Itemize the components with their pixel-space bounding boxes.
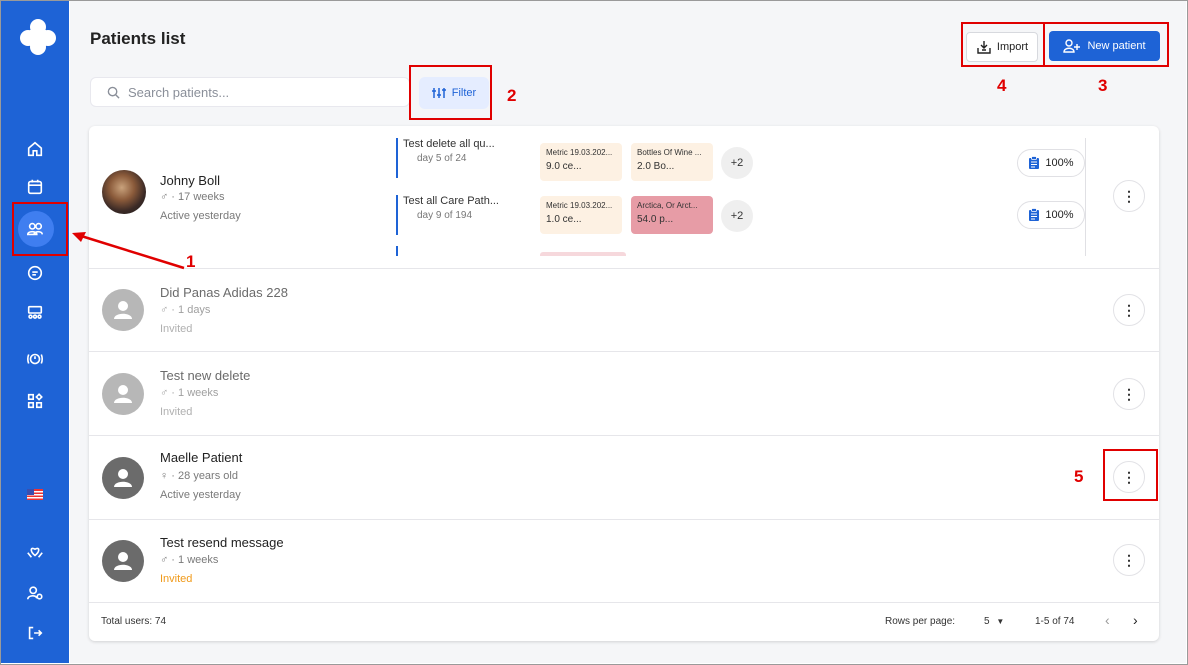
- metric-title: Metric 19.03.202...: [546, 201, 613, 210]
- annotation-box-2: [409, 65, 492, 120]
- home-icon[interactable]: [21, 135, 49, 163]
- chat-icon[interactable]: [21, 259, 49, 287]
- search-input[interactable]: [128, 84, 388, 100]
- more-metrics-button[interactable]: +2: [721, 147, 753, 179]
- metric-title: Bottles Of Wine ...: [637, 148, 702, 157]
- metric-value: 54.0 p...: [637, 214, 674, 225]
- app-logo-icon: [20, 19, 56, 55]
- annotation-label-2: 2: [507, 86, 517, 105]
- compliance-badge: 100%: [1017, 201, 1085, 229]
- avatar: [102, 170, 146, 214]
- patient-meta: ♂ · 1 days: [160, 304, 211, 316]
- care-path[interactable]: Test all Care Path... day 9 of 194: [396, 195, 499, 235]
- patient-name[interactable]: Test new delete: [160, 368, 250, 383]
- care-path-title: Test delete all qu...: [403, 138, 495, 150]
- compliance-value: 100%: [1045, 157, 1074, 169]
- logout-icon[interactable]: [21, 619, 49, 647]
- user-silhouette-icon: [114, 552, 132, 570]
- row-menu-button[interactable]: ⋮: [1113, 378, 1145, 410]
- rows-per-page-value: 5: [984, 616, 990, 627]
- alerts-icon[interactable]: [21, 345, 49, 373]
- care-path-progress: day 5 of 24: [417, 153, 467, 164]
- metric-overflow-edge: [540, 252, 626, 256]
- more-metrics-button[interactable]: +2: [721, 200, 753, 232]
- patient-meta: ♀ · 28 years old: [160, 470, 238, 482]
- search-box[interactable]: [90, 77, 410, 107]
- metric-card[interactable]: Arctica, Or Arct... 54.0 p...: [631, 196, 713, 234]
- language-flag-icon[interactable]: [27, 489, 43, 500]
- user-silhouette-icon: [114, 469, 132, 487]
- patient-meta: ♂ · 17 weeks: [160, 191, 225, 203]
- metric-card[interactable]: Bottles Of Wine ... 2.0 Bo...: [631, 143, 713, 181]
- next-page-button[interactable]: ›: [1133, 612, 1138, 628]
- metric-title: Arctica, Or Arct...: [637, 201, 698, 210]
- care-icon[interactable]: [21, 537, 49, 565]
- sidebar: [1, 1, 69, 663]
- clipboard-icon: [1029, 156, 1040, 169]
- patient-name[interactable]: Maelle Patient: [160, 450, 242, 465]
- prev-page-button[interactable]: ‹: [1105, 612, 1110, 628]
- row-menu-button[interactable]: ⋮: [1113, 544, 1145, 576]
- row-menu-button[interactable]: ⋮: [1113, 294, 1145, 326]
- avatar: [102, 457, 144, 499]
- scroll-divider: [1085, 138, 1086, 256]
- care-path-title: Test all Care Path...: [403, 195, 499, 207]
- table-row[interactable]: Test new delete ♂ · 1 weeks Invited ⋮: [89, 352, 1159, 436]
- metric-title: Metric 19.03.202...: [546, 148, 613, 157]
- metric-card[interactable]: Metric 19.03.202... 1.0 ce...: [540, 196, 622, 234]
- annotation-label-3: 3: [1098, 76, 1108, 95]
- total-users: Total users: 74: [101, 616, 167, 627]
- page-title: Patients list: [90, 29, 186, 48]
- avatar: [102, 289, 144, 331]
- patient-status: Invited: [160, 573, 193, 585]
- avatar: [102, 373, 144, 415]
- metric-value: 9.0 ce...: [546, 161, 582, 172]
- annotation-box-4: [961, 22, 1045, 67]
- care-path[interactable]: Test delete all qu... day 5 of 24: [396, 138, 495, 178]
- patient-name[interactable]: Did Panas Adidas 228: [160, 285, 288, 300]
- table-row[interactable]: Did Panas Adidas 228 ♂ · 1 days Invited …: [89, 269, 1159, 352]
- annotation-label-4: 4: [997, 76, 1007, 95]
- metric-value: 2.0 Bo...: [637, 161, 675, 172]
- annotation-label-1: 1: [186, 252, 196, 271]
- rows-per-page-label: Rows per page:: [885, 616, 956, 627]
- patient-name[interactable]: Johny Boll: [160, 173, 220, 188]
- search-icon: [107, 86, 120, 99]
- avatar: [102, 540, 144, 582]
- compliance-value: 100%: [1045, 209, 1074, 221]
- patient-name[interactable]: Test resend message: [160, 535, 284, 550]
- row-menu-button[interactable]: ⋮: [1113, 180, 1145, 212]
- table-row[interactable]: Johny Boll ♂ · 17 weeks Active yesterday…: [89, 126, 1159, 269]
- annotation-label-5: 5: [1074, 467, 1084, 486]
- annotation-box-5: [1103, 449, 1158, 501]
- apps-icon[interactable]: [21, 387, 49, 415]
- care-path-overflow-edge: [396, 246, 398, 256]
- user-settings-icon[interactable]: [21, 579, 49, 607]
- annotation-box-1: [12, 202, 68, 256]
- annotation-box-3: [1043, 22, 1169, 67]
- patient-status: Invited: [160, 323, 193, 335]
- table-row[interactable]: Maelle Patient ♀ · 28 years old Active y…: [89, 436, 1159, 520]
- patient-meta: ♂ · 1 weeks: [160, 387, 219, 399]
- team-icon[interactable]: [21, 299, 49, 327]
- caret-down-icon: ▼: [996, 617, 1005, 626]
- rows-per-page-select[interactable]: 5 ▼: [984, 616, 1004, 627]
- care-path-progress: day 9 of 194: [417, 210, 473, 221]
- page-range: 1-5 of 74: [1035, 616, 1075, 627]
- main-content: Patients list Filter Import New patient …: [70, 1, 1186, 663]
- compliance-badge: 100%: [1017, 149, 1085, 177]
- calendar-icon[interactable]: [21, 173, 49, 201]
- annotation-arrow: [72, 232, 185, 270]
- metric-card[interactable]: Metric 19.03.202... 9.0 ce...: [540, 143, 622, 181]
- patient-status: Active yesterday: [160, 210, 241, 222]
- user-silhouette-icon: [114, 385, 132, 403]
- table-row[interactable]: Test resend message ♂ · 1 weeks Invited …: [89, 520, 1159, 603]
- patient-status: Invited: [160, 406, 193, 418]
- clipboard-icon: [1029, 208, 1040, 221]
- user-silhouette-icon: [114, 301, 132, 319]
- patient-meta: ♂ · 1 weeks: [160, 554, 219, 566]
- patient-status: Active yesterday: [160, 489, 241, 501]
- metric-value: 1.0 ce...: [546, 214, 582, 225]
- patients-table: Johny Boll ♂ · 17 weeks Active yesterday…: [89, 126, 1159, 641]
